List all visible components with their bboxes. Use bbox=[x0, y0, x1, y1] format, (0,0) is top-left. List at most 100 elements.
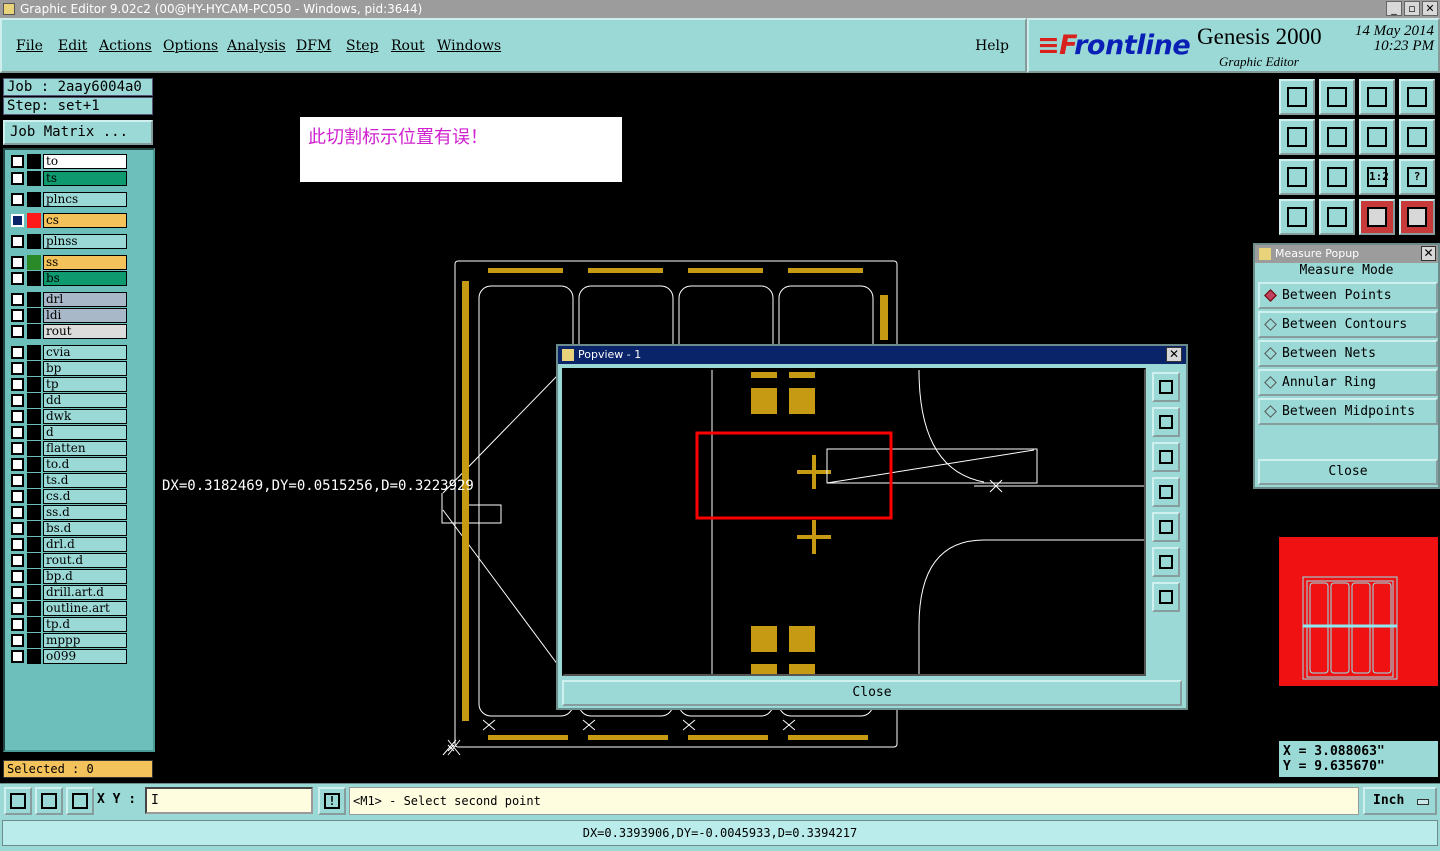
layer-row-tp[interactable]: tp bbox=[9, 377, 127, 392]
layer-row-dd[interactable]: dd bbox=[9, 393, 127, 408]
layer-row-cvia[interactable]: cvia bbox=[9, 345, 127, 360]
layer-row-bs[interactable]: bs bbox=[9, 271, 127, 286]
popview-canvas[interactable] bbox=[562, 368, 1146, 676]
layer-checkbox[interactable] bbox=[11, 410, 24, 423]
layer-checkbox[interactable] bbox=[11, 346, 24, 359]
layer-row-o099[interactable]: o099 bbox=[9, 649, 127, 664]
menu-rout[interactable]: Rout bbox=[391, 38, 425, 54]
mirror-icon[interactable] bbox=[1359, 119, 1395, 155]
layer-row-rout[interactable]: rout bbox=[9, 324, 127, 339]
popview-pan-left-icon[interactable] bbox=[1152, 477, 1180, 507]
menu-step[interactable]: Step bbox=[346, 38, 378, 54]
layer-checkbox[interactable] bbox=[11, 634, 24, 647]
layer-checkbox[interactable] bbox=[11, 618, 24, 631]
unit-selector[interactable]: Inch bbox=[1363, 787, 1437, 815]
load-icon[interactable] bbox=[1279, 79, 1315, 115]
layer-row-plncs[interactable]: plncs bbox=[9, 192, 127, 207]
layer-checkbox[interactable] bbox=[11, 506, 24, 519]
measure-option-between-nets[interactable]: Between Nets bbox=[1258, 340, 1438, 367]
measure-option-between-points[interactable]: Between Points bbox=[1258, 282, 1438, 309]
layer-row-drill-art-d[interactable]: drill.art.d bbox=[9, 585, 127, 600]
pan-right-icon[interactable] bbox=[1319, 119, 1355, 155]
layer-checkbox[interactable] bbox=[11, 490, 24, 503]
layer-checkbox[interactable] bbox=[11, 458, 24, 471]
measure-option-between-midpoints[interactable]: Between Midpoints bbox=[1258, 398, 1438, 425]
save-icon[interactable] bbox=[1319, 79, 1355, 115]
popview-close-button[interactable]: Close bbox=[562, 680, 1182, 706]
layer-row-ts[interactable]: ts bbox=[9, 171, 127, 186]
layer-row-outline-art[interactable]: outline.art bbox=[9, 601, 127, 616]
layer-checkbox[interactable] bbox=[11, 554, 24, 567]
layer-checkbox[interactable] bbox=[11, 426, 24, 439]
net-alt-icon[interactable] bbox=[1399, 199, 1435, 235]
center-icon[interactable] bbox=[1319, 159, 1355, 195]
popview-zoom-fit-icon[interactable] bbox=[1152, 372, 1180, 402]
layer-row-tp-d[interactable]: tp.d bbox=[9, 617, 127, 632]
net-icon[interactable] bbox=[1359, 199, 1395, 235]
layer-row-d[interactable]: d bbox=[9, 425, 127, 440]
popview-pan-right-icon[interactable] bbox=[1152, 512, 1180, 542]
layer-row-mppp[interactable]: mppp bbox=[9, 633, 127, 648]
popview-close-icon[interactable]: ✕ bbox=[1166, 347, 1182, 362]
layer-checkbox[interactable] bbox=[11, 155, 24, 168]
measure-close-icon[interactable]: ✕ bbox=[1421, 246, 1436, 261]
help-icon[interactable]: ? bbox=[1399, 159, 1435, 195]
measure-mode-icon[interactable] bbox=[35, 787, 63, 815]
layer-row-ss[interactable]: ss bbox=[9, 255, 127, 270]
layer-row-to[interactable]: to bbox=[9, 154, 127, 169]
tools-icon[interactable] bbox=[1279, 199, 1315, 235]
close-window-button[interactable]: ✕ bbox=[1422, 1, 1438, 16]
popview-pan-icon[interactable] bbox=[1152, 582, 1180, 612]
minimize-button[interactable]: _ bbox=[1386, 1, 1402, 16]
xy-input[interactable] bbox=[145, 787, 313, 814]
snap-icon[interactable] bbox=[1399, 79, 1435, 115]
layer-row-bp[interactable]: bp bbox=[9, 361, 127, 376]
grid-mode-icon[interactable] bbox=[66, 787, 94, 815]
menu-dfm[interactable]: DFM bbox=[296, 38, 331, 54]
layer-row-ldi[interactable]: ldi bbox=[9, 308, 127, 323]
layer-row-drl[interactable]: drl bbox=[9, 292, 127, 307]
layer-checkbox[interactable] bbox=[11, 293, 24, 306]
layer-checkbox[interactable] bbox=[11, 214, 24, 227]
measure-option-between-contours[interactable]: Between Contours bbox=[1258, 311, 1438, 338]
layer-row-dwk[interactable]: dwk bbox=[9, 409, 127, 424]
layer-checkbox[interactable] bbox=[11, 256, 24, 269]
layer-checkbox[interactable] bbox=[11, 309, 24, 322]
menu-options[interactable]: Options bbox=[163, 38, 218, 54]
layer-checkbox[interactable] bbox=[11, 586, 24, 599]
rotate-icon[interactable] bbox=[1399, 119, 1435, 155]
layer-checkbox[interactable] bbox=[11, 602, 24, 615]
measure-option-annular-ring[interactable]: Annular Ring bbox=[1258, 369, 1438, 396]
overview-map[interactable] bbox=[1279, 537, 1438, 686]
layer-checkbox[interactable] bbox=[11, 325, 24, 338]
menu-analysis[interactable]: Analysis bbox=[227, 38, 286, 54]
layer-checkbox[interactable] bbox=[11, 235, 24, 248]
menu-edit[interactable]: Edit bbox=[58, 38, 87, 54]
layer-checkbox[interactable] bbox=[11, 442, 24, 455]
layer-checkbox[interactable] bbox=[11, 570, 24, 583]
menu-file[interactable]: File bbox=[16, 38, 43, 54]
popview-zoom-out-icon[interactable] bbox=[1152, 442, 1180, 472]
job-matrix-button[interactable]: Job Matrix ... bbox=[3, 120, 153, 145]
layer-checkbox[interactable] bbox=[11, 378, 24, 391]
alert-icon[interactable]: ! bbox=[318, 787, 346, 815]
menu-actions[interactable]: Actions bbox=[99, 38, 152, 54]
layer-row-rout-d[interactable]: rout.d bbox=[9, 553, 127, 568]
layer-checkbox[interactable] bbox=[11, 650, 24, 663]
pan-left-icon[interactable] bbox=[1279, 119, 1315, 155]
menu-help[interactable]: Help bbox=[975, 38, 1009, 54]
layer-checkbox[interactable] bbox=[11, 193, 24, 206]
layer-row-cs-d[interactable]: cs.d bbox=[9, 489, 127, 504]
layer-checkbox[interactable] bbox=[11, 362, 24, 375]
layer-checkbox[interactable] bbox=[11, 522, 24, 535]
layer-checkbox[interactable] bbox=[11, 474, 24, 487]
zoom-fit-icon[interactable] bbox=[1279, 159, 1315, 195]
layer-row-cs[interactable]: cs bbox=[9, 213, 127, 228]
layer-row-plnss[interactable]: plnss bbox=[9, 234, 127, 249]
popview-zoom-home-icon[interactable] bbox=[1152, 547, 1180, 577]
maximize-button[interactable]: ▫ bbox=[1404, 1, 1420, 16]
home-icon[interactable] bbox=[1359, 79, 1395, 115]
layer-checkbox[interactable] bbox=[11, 172, 24, 185]
layer-checkbox[interactable] bbox=[11, 272, 24, 285]
menu-windows[interactable]: Windows bbox=[437, 38, 501, 54]
